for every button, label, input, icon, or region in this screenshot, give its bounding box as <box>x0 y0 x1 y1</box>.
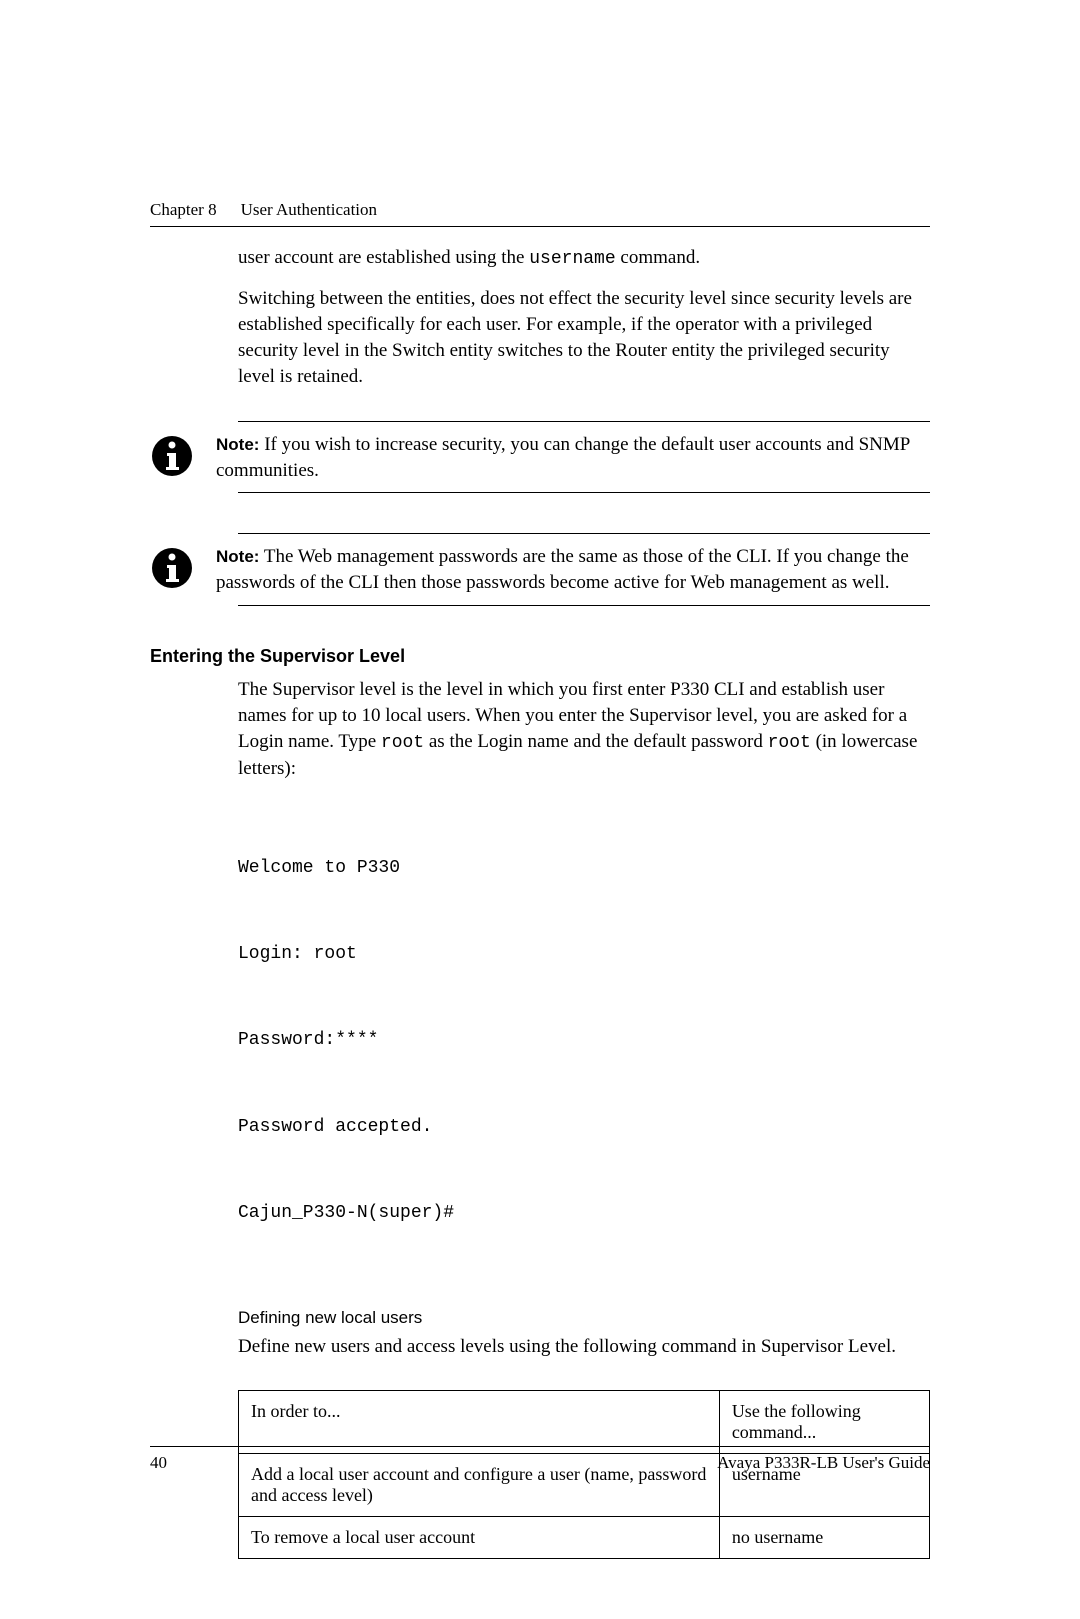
note-1-divider-bottom <box>238 492 930 493</box>
code-block: Welcome to P330 Login: root Password:***… <box>238 796 930 1286</box>
footer-divider <box>150 1446 930 1447</box>
intro-line-1-code: username <box>529 249 615 269</box>
note-2-divider-bottom <box>238 605 930 606</box>
guide-title: Avaya P333R-LB User's Guide <box>717 1453 930 1473</box>
table-cell: no username <box>719 1516 929 1558</box>
note-1-body: If you wish to increase security, you ca… <box>216 434 910 481</box>
page-number: 40 <box>150 1453 167 1473</box>
header-divider <box>150 226 930 227</box>
code-line: Cajun_P330-N(super)# <box>238 1199 930 1228</box>
code-line: Password:**** <box>238 1026 930 1055</box>
note-1-text: Note: If you wish to increase security, … <box>216 432 930 484</box>
section-heading: Entering the Supervisor Level <box>150 646 930 667</box>
section-para-1-code-2: root <box>768 733 811 753</box>
intro-line-1-post: command. <box>616 247 700 268</box>
note-2-label: Note: <box>216 547 259 566</box>
note-2-text: Note: The Web management passwords are t… <box>216 544 930 596</box>
section-para-1-code-1: root <box>381 733 424 753</box>
table-cell: To remove a local user account <box>239 1516 720 1558</box>
command-table: In order to... Use the following command… <box>238 1390 930 1559</box>
intro-line-1-pre: user account are established using the <box>238 247 529 268</box>
subheading: Defining new local users <box>238 1308 930 1328</box>
code-line: Password accepted. <box>238 1113 930 1142</box>
section-para-1-mid: as the Login name and the default passwo… <box>424 731 767 752</box>
note-2-body: The Web management passwords are the sam… <box>216 546 909 593</box>
table-row: To remove a local user account no userna… <box>239 1516 930 1558</box>
info-icon <box>150 546 194 595</box>
info-icon <box>150 434 194 483</box>
chapter-label: Chapter 8 <box>150 200 217 220</box>
code-line: Welcome to P330 <box>238 854 930 883</box>
intro-line-1: user account are established using the u… <box>238 245 930 272</box>
chapter-title: User Authentication <box>241 200 377 220</box>
note-1-label: Note: <box>216 435 259 454</box>
intro-para-2: Switching between the entities, does not… <box>238 286 930 391</box>
section-para-2: Define new users and access levels using… <box>238 1334 930 1360</box>
section-para-1: The Supervisor level is the level in whi… <box>238 677 930 782</box>
code-line: Login: root <box>238 940 930 969</box>
